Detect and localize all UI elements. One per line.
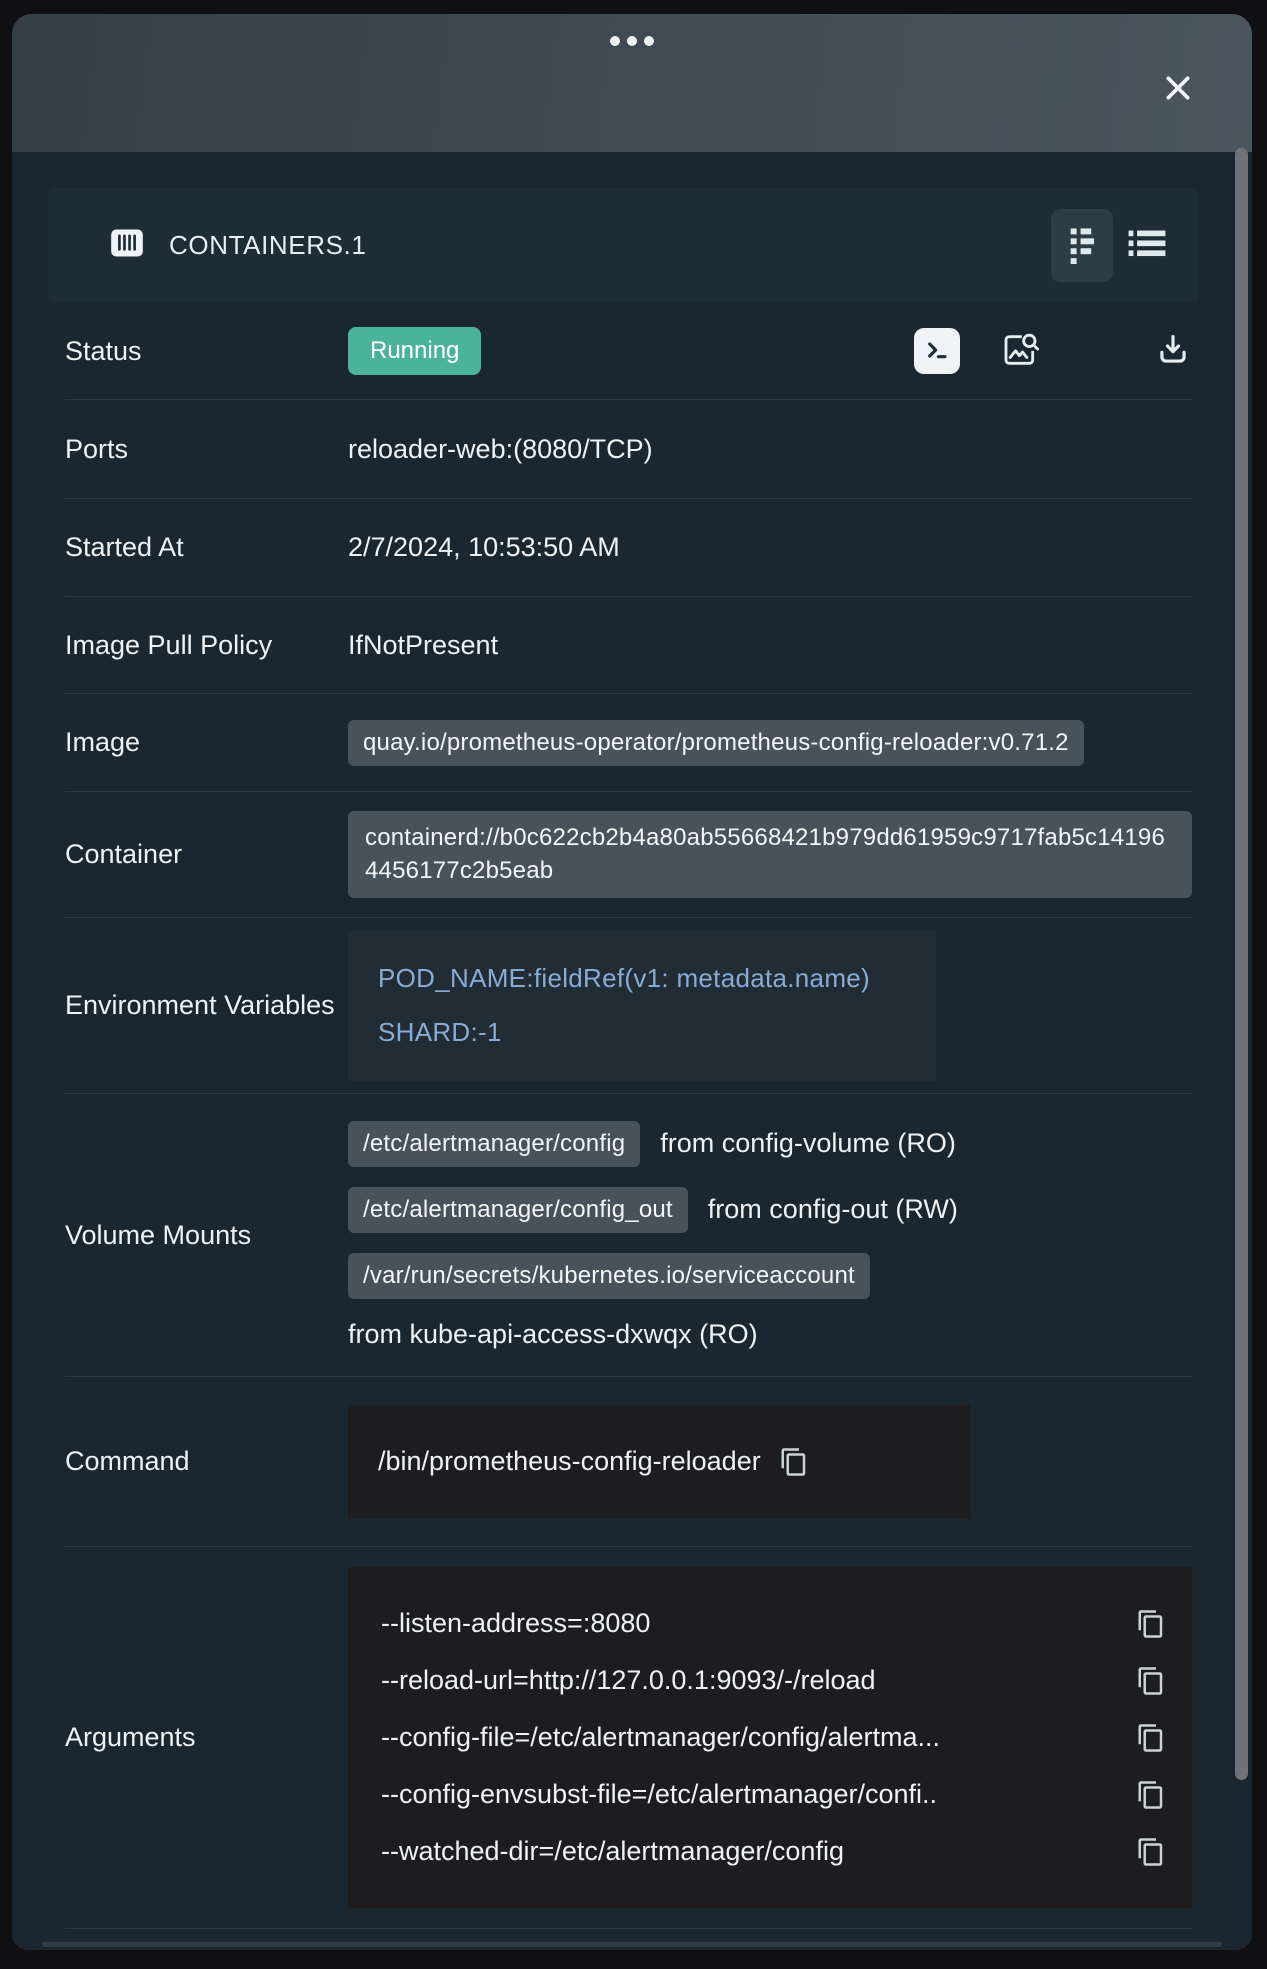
image-search-button[interactable]	[1001, 330, 1041, 373]
argument-row: --watched-dir=/etc/alertmanager/config	[381, 1823, 1166, 1880]
mount-line: from kube-api-access-dxwqx (RO)	[348, 1319, 1192, 1350]
drag-handle-dots-icon	[610, 36, 654, 46]
image-pull-policy-label: Image Pull Policy	[65, 625, 348, 666]
status-label: Status	[65, 331, 348, 372]
image-label: Image	[65, 722, 348, 763]
env-var-shard: SHARD:-1	[378, 1006, 906, 1059]
copy-argument-button[interactable]	[1136, 1837, 1166, 1867]
arguments-panel: --listen-address=:8080 --reload-url=http…	[348, 1567, 1192, 1908]
env-panel: POD_NAME:fieldRef(v1: metadata.name) SHA…	[348, 930, 936, 1081]
row-container: Container containerd://b0c622cb2b4a80ab5…	[65, 792, 1192, 918]
copy-icon	[1136, 1666, 1166, 1696]
terminal-button[interactable]	[914, 328, 960, 374]
container-details-dialog: CONTAINERS.1 St	[12, 14, 1252, 1950]
view-toggle-list-button[interactable]	[1121, 220, 1173, 272]
container-label: Container	[65, 834, 348, 875]
copy-icon	[779, 1447, 809, 1477]
download-icon	[1154, 331, 1192, 372]
container-id-chip: containerd://b0c622cb2b4a80ab55668421b97…	[348, 811, 1192, 898]
arguments-label: Arguments	[65, 1717, 348, 1758]
row-image: Image quay.io/prometheus-operator/promet…	[65, 694, 1192, 792]
copy-argument-button[interactable]	[1136, 1609, 1166, 1639]
detail-list-icon	[1065, 224, 1099, 267]
argument-row: --reload-url=http://127.0.0.1:9093/-/rel…	[381, 1652, 1166, 1709]
started-at-label: Started At	[65, 527, 348, 568]
bottom-edge-strip	[42, 1942, 1222, 1947]
argument-value: --reload-url=http://127.0.0.1:9093/-/rel…	[381, 1665, 1122, 1696]
image-pull-policy-value: IfNotPresent	[348, 630, 1192, 661]
copy-icon	[1136, 1837, 1166, 1867]
started-at-value: 2/7/2024, 10:53:50 AM	[348, 532, 1192, 563]
command-label: Command	[65, 1441, 348, 1482]
row-image-pull-policy: Image Pull Policy IfNotPresent	[65, 597, 1192, 694]
argument-row: --config-envsubst-file=/etc/alertmanager…	[381, 1766, 1166, 1823]
argument-value: --listen-address=:8080	[381, 1608, 1122, 1639]
command-value: /bin/prometheus-config-reloader	[378, 1446, 761, 1477]
mount-path-chip: /var/run/secrets/kubernetes.io/serviceac…	[348, 1253, 870, 1299]
mount-line: /etc/alertmanager/config_out from config…	[348, 1187, 1192, 1233]
argument-row: --listen-address=:8080	[381, 1595, 1166, 1652]
row-started-at: Started At 2/7/2024, 10:53:50 AM	[65, 499, 1192, 597]
status-badge: Running	[348, 327, 481, 375]
mount-line: /etc/alertmanager/config from config-vol…	[348, 1121, 1192, 1167]
argument-row: --config-file=/etc/alertmanager/config/a…	[381, 1709, 1166, 1766]
command-panel: /bin/prometheus-config-reloader	[348, 1405, 970, 1519]
view-toggle-detail-button[interactable]	[1051, 209, 1113, 282]
env-label: Environment Variables	[65, 985, 348, 1026]
copy-command-button[interactable]	[779, 1447, 809, 1477]
mount-path-chip: /etc/alertmanager/config	[348, 1121, 640, 1167]
row-status: Status Running	[65, 303, 1192, 400]
mount-line: /var/run/secrets/kubernetes.io/serviceac…	[348, 1253, 1192, 1299]
row-environment-variables: Environment Variables POD_NAME:fieldRef(…	[65, 918, 1192, 1094]
copy-argument-button[interactable]	[1136, 1780, 1166, 1810]
copy-argument-button[interactable]	[1136, 1723, 1166, 1753]
terminal-icon	[921, 334, 953, 369]
section-title: CONTAINERS.1	[169, 230, 366, 261]
bulleted-list-icon	[1127, 227, 1167, 264]
mount-from-text: from config-volume (RO)	[660, 1128, 956, 1159]
ports-label: Ports	[65, 429, 348, 470]
copy-icon	[1136, 1609, 1166, 1639]
row-volume-mounts: Volume Mounts /etc/alertmanager/config f…	[65, 1094, 1192, 1377]
image-search-icon	[1001, 330, 1041, 373]
argument-value: --config-file=/etc/alertmanager/config/a…	[381, 1722, 1122, 1753]
argument-value: --config-envsubst-file=/etc/alertmanager…	[381, 1779, 1122, 1810]
ports-value: reloader-web:(8080/TCP)	[348, 434, 1192, 465]
download-button[interactable]	[1154, 331, 1192, 372]
argument-value: --watched-dir=/etc/alertmanager/config	[381, 1836, 1122, 1867]
row-command: Command /bin/prometheus-config-reloader	[65, 1377, 1192, 1547]
row-ports: Ports reloader-web:(8080/TCP)	[65, 400, 1192, 499]
volume-mounts-label: Volume Mounts	[65, 1215, 348, 1256]
copy-icon	[1136, 1780, 1166, 1810]
image-chip: quay.io/prometheus-operator/prometheus-c…	[348, 720, 1084, 766]
scrollbar-thumb[interactable]	[1235, 148, 1248, 1780]
mount-from-text: from kube-api-access-dxwqx (RO)	[348, 1319, 758, 1350]
row-arguments: Arguments --listen-address=:8080 --reloa…	[65, 1547, 1192, 1929]
detail-rows: Status Running	[65, 303, 1192, 1929]
copy-icon	[1136, 1723, 1166, 1753]
mount-path-chip: /etc/alertmanager/config_out	[348, 1187, 688, 1233]
dialog-header	[12, 14, 1252, 152]
container-icon	[107, 224, 147, 267]
containers-section-bar: CONTAINERS.1	[48, 188, 1199, 303]
close-button[interactable]	[1156, 67, 1200, 111]
close-icon	[1158, 68, 1198, 111]
env-var-pod-name: POD_NAME:fieldRef(v1: metadata.name)	[378, 952, 906, 1005]
mount-from-text: from config-out (RW)	[708, 1194, 958, 1225]
copy-argument-button[interactable]	[1136, 1666, 1166, 1696]
